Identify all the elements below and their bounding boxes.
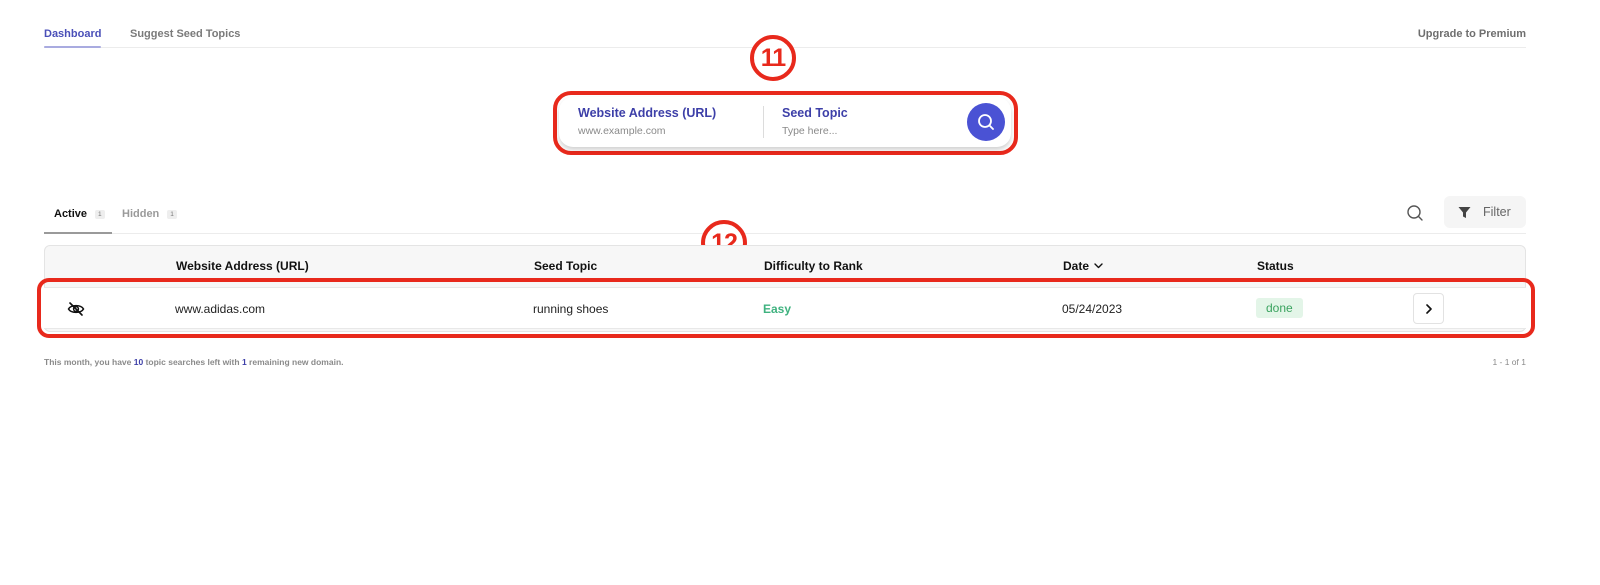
pagination-info: 1 - 1 of 1 bbox=[1492, 357, 1526, 367]
column-header-status: Status bbox=[1257, 259, 1294, 273]
tab-hidden-count: 1 bbox=[167, 209, 177, 219]
url-field-label: Website Address (URL) bbox=[578, 106, 717, 120]
seed-topic-input[interactable] bbox=[782, 125, 942, 137]
filter-label: Filter bbox=[1483, 205, 1511, 219]
filter-icon bbox=[1458, 206, 1471, 218]
tab-active-count: 1 bbox=[95, 209, 105, 219]
table-search-button[interactable] bbox=[1405, 203, 1425, 223]
seed-topic-label: Seed Topic bbox=[782, 106, 848, 120]
usage-note: This month, you have 10 topic searches l… bbox=[44, 357, 344, 367]
usage-note-suffix: remaining new domain. bbox=[246, 357, 344, 367]
upgrade-to-premium-link[interactable]: Upgrade to Premium bbox=[1418, 28, 1526, 40]
list-tabs: Active 1 Hidden 1 bbox=[44, 195, 1526, 234]
column-header-url: Website Address (URL) bbox=[176, 259, 309, 273]
column-header-seed-topic: Seed Topic bbox=[534, 259, 598, 273]
search-bar: Website Address (URL) Seed Topic bbox=[559, 97, 1011, 147]
search-submit-button[interactable] bbox=[967, 103, 1005, 141]
tab-dashboard[interactable]: Dashboard bbox=[44, 28, 102, 48]
tab-active[interactable]: Active 1 bbox=[54, 208, 105, 220]
column-header-difficulty: Difficulty to Rank bbox=[764, 259, 863, 273]
field-divider bbox=[763, 106, 764, 138]
tab-active-label: Active bbox=[54, 208, 88, 220]
filter-button[interactable]: Filter bbox=[1444, 196, 1526, 228]
row-annotation-outline bbox=[37, 278, 1535, 338]
search-icon bbox=[1407, 205, 1423, 221]
tab-hidden[interactable]: Hidden 1 bbox=[122, 208, 177, 220]
column-header-date[interactable]: Date bbox=[1063, 259, 1103, 273]
seed-topic-field: Seed Topic bbox=[782, 106, 942, 139]
chevron-down-icon bbox=[1094, 263, 1103, 269]
url-input[interactable] bbox=[578, 125, 738, 137]
annotation-marker-11: 11 bbox=[750, 35, 796, 81]
search-icon bbox=[978, 114, 994, 130]
usage-note-middle: topic searches left with bbox=[143, 357, 242, 367]
column-header-date-label: Date bbox=[1063, 259, 1090, 273]
tab-suggest-seed-topics[interactable]: Suggest Seed Topics bbox=[130, 28, 240, 40]
tab-hidden-label: Hidden bbox=[122, 208, 160, 220]
usage-note-prefix: This month, you have bbox=[44, 357, 134, 367]
searches-left-count: 10 bbox=[133, 357, 144, 367]
url-field: Website Address (URL) bbox=[578, 106, 738, 139]
active-tab-indicator bbox=[44, 232, 112, 234]
